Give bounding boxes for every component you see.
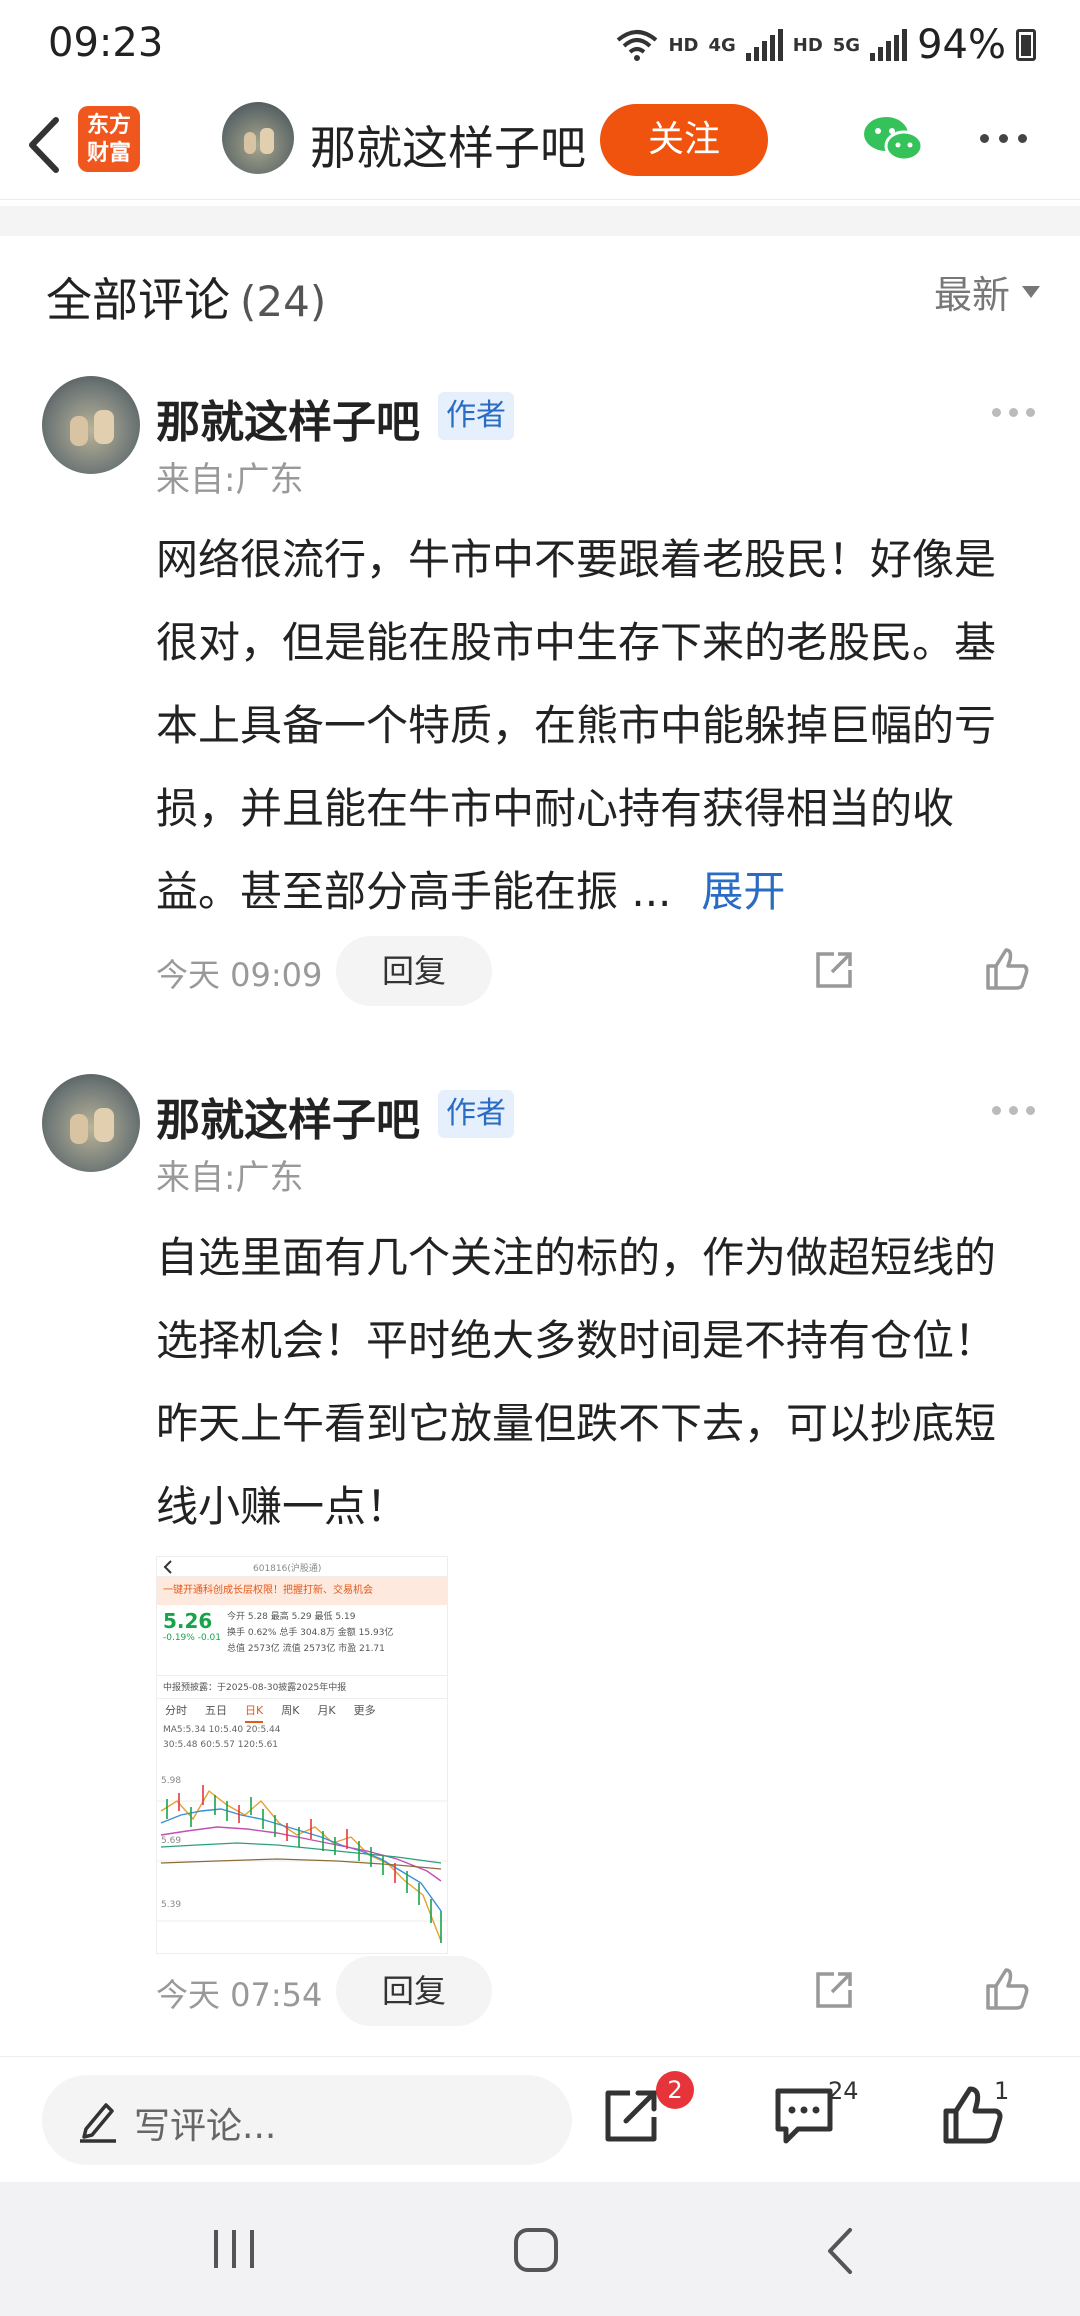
status-bar: 09:23 HD 4G HD 5G 94% (0, 0, 1080, 90)
thumb-stats: 今开 5.28 最高 5.29 最低 5.19 换手 0.62% 总手 304.… (227, 1609, 443, 1657)
battery-icon (1016, 29, 1036, 61)
sort-dropdown[interactable]: 最新 (934, 264, 1040, 319)
bottom-action-bar: 写评论... 2 24 1 (0, 2056, 1080, 2181)
thumb-ma-legend: MA5:5.34 10:5.40 20:5.44 30:5.48 60:5.57… (157, 1723, 447, 1757)
top-nav: 东方 财富 那就这样子吧 关注 (0, 90, 1080, 200)
home-icon[interactable] (512, 2226, 560, 2274)
share-icon[interactable] (600, 2083, 664, 2147)
thumb-tab: 更多 (353, 1704, 376, 1717)
like-icon[interactable] (984, 946, 1030, 992)
back-arrow-icon[interactable] (20, 112, 70, 178)
status-icons: HD 4G HD 5G 94% (616, 22, 1036, 68)
comment-input[interactable]: 写评论... (42, 2075, 572, 2165)
recent-apps-icon[interactable] (210, 2226, 258, 2272)
section-divider (0, 206, 1080, 236)
thumb-ma-row: MA5:5.34 10:5.40 20:5.44 (163, 1725, 281, 1735)
like-icon[interactable] (984, 1966, 1030, 2012)
comment-footer: 今天 09:09 回复 (0, 936, 1080, 1006)
comment-icon[interactable] (772, 2083, 836, 2147)
comment-more-icon[interactable] (992, 1106, 1035, 1115)
logo-line-1: 东方 (86, 113, 131, 138)
commenter-avatar[interactable] (42, 1074, 140, 1172)
comment-location: 来自:广东 (156, 1158, 304, 1198)
network-5g: 5G (832, 34, 861, 56)
thumb-kline-chart: 5.98 5.69 5.39 (157, 1776, 447, 1943)
commenter-name[interactable]: 那就这样子吧 (156, 1084, 420, 1148)
comment-time: 今天 07:54 (156, 1976, 323, 2014)
sort-label: 最新 (933, 273, 1010, 317)
thumb-stock-code: 601816(沪股通) (253, 1564, 322, 1574)
hd-label-2: HD (792, 34, 823, 56)
back-nav-icon[interactable] (822, 2226, 858, 2276)
like-count: 1 (994, 2077, 1010, 2105)
comment-footer: 今天 07:54 回复 (0, 1956, 1080, 2026)
wechat-share-icon[interactable] (862, 114, 924, 164)
thumb-tab: 分时 (165, 1704, 187, 1717)
thumb-header: 601816(沪股通) (157, 1557, 447, 1577)
thumb-y-top: 5.98 (161, 1776, 181, 1786)
thumb-quote: 5.26 -0.19% -0.01 今开 5.28 最高 5.29 最低 5.1… (157, 1605, 447, 1675)
hd-label: HD (668, 34, 699, 56)
follow-button[interactable]: 关注 (600, 104, 768, 176)
comment-item: 那就这样子吧 作者 来自:广东 网络很流行，牛市中不要跟着老股民！好像是很对，但… (0, 376, 1080, 1016)
comments-header: 全部评论 (24) 最新 (0, 236, 1080, 346)
caret-down-icon (1022, 285, 1040, 298)
battery-percent: 94% (917, 22, 1006, 68)
comments-title-text: 全部评论 (46, 273, 230, 327)
author-name[interactable]: 那就这样子吧 (310, 112, 586, 178)
comments-title: 全部评论 (24) (46, 264, 326, 330)
comment-text: 网络很流行，牛市中不要跟着老股民！好像是很对，但是能在股市中生存下来的老股民。基… (156, 535, 997, 916)
share-icon[interactable] (812, 948, 856, 992)
logo-line-2: 财富 (86, 141, 131, 166)
thumb-tab: 周K (281, 1704, 300, 1717)
thumb-tabs: 分时 五日 日K 周K 月K 更多 (157, 1699, 447, 1723)
comments-count: (24) (240, 277, 327, 326)
thumb-notice: 中报预披露：于2025-08-30披露2025年中报 (157, 1675, 447, 1699)
wifi-icon (617, 30, 658, 61)
reply-button[interactable]: 回复 (336, 936, 492, 1006)
share-badge: 2 (656, 2071, 694, 2109)
thumb-stat-row: 总值 2573亿 流值 2573亿 市盈 21.71 (227, 1644, 385, 1654)
more-options-icon[interactable] (980, 134, 1027, 143)
network-4g: 4G (708, 34, 736, 56)
thumb-y-low: 5.39 (161, 1900, 181, 1910)
system-navigation-bar (0, 2182, 1080, 2316)
signal-icon (745, 29, 783, 61)
comment-text-container: 网络很流行，牛市中不要跟着老股民！好像是很对，但是能在股市中生存下来的老股民。基… (156, 518, 1016, 933)
author-avatar[interactable] (222, 102, 294, 174)
signal-icon-2 (870, 29, 908, 61)
thumb-banner: 一键开通科创成长层权限！把握打新、交易机会 (157, 1577, 447, 1605)
expand-link[interactable]: 展开 (701, 867, 785, 916)
reply-button[interactable]: 回复 (336, 1956, 492, 2026)
comment-input-placeholder: 写评论... (134, 2106, 277, 2147)
thumb-y-mid: 5.69 (161, 1836, 181, 1846)
thumb-tab: 五日 (205, 1704, 227, 1717)
share-icon[interactable] (812, 1968, 856, 2012)
comment-item: 那就这样子吧 作者 来自:广东 自选里面有几个关注的标的，作为做超短线的选择机会… (0, 1074, 1080, 2034)
thumb-stat-row: 换手 0.62% 总手 304.8万 金额 15.93亿 (227, 1628, 394, 1638)
app-logo[interactable]: 东方 财富 (78, 106, 140, 172)
thumb-tab: 月K (317, 1704, 336, 1717)
comment-more-icon[interactable] (992, 408, 1035, 417)
comment-text: 自选里面有几个关注的标的，作为做超短线的选择机会！平时绝大多数时间是不持有仓位！… (156, 1233, 997, 1531)
commenter-avatar[interactable] (42, 376, 140, 474)
comment-location: 来自:广东 (156, 460, 304, 500)
attached-image[interactable]: 601816(沪股通) 一键开通科创成长层权限！把握打新、交易机会 5.26 -… (156, 1556, 448, 1954)
author-tag: 作者 (438, 1090, 514, 1138)
thumb-tab-active: 日K (245, 1699, 264, 1723)
status-time: 09:23 (48, 20, 164, 66)
comment-count: 24 (828, 2077, 859, 2105)
thumb-stat-row: 今开 5.28 最高 5.29 最低 5.19 (227, 1612, 356, 1622)
pencil-icon (80, 2103, 116, 2143)
thumb-back-icon (163, 1560, 172, 1574)
comment-time: 今天 09:09 (156, 956, 323, 994)
avatar-image (244, 128, 274, 154)
commenter-name[interactable]: 那就这样子吧 (156, 386, 420, 450)
thumb-ma-row: 30:5.48 60:5.57 120:5.61 (163, 1740, 279, 1750)
author-tag: 作者 (438, 392, 514, 440)
